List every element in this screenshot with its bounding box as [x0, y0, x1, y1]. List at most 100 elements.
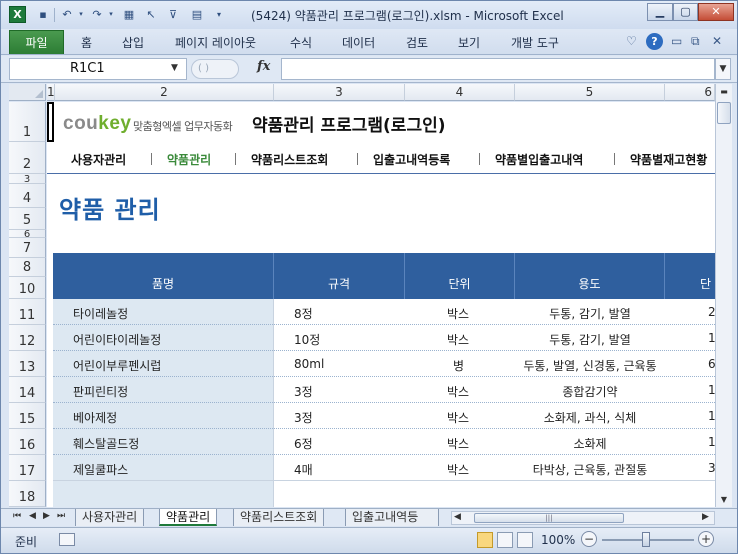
collapse-ribbon-icon[interactable]: ♡	[626, 34, 637, 48]
select-all-corner[interactable]	[9, 84, 46, 101]
row-header[interactable]: 7	[9, 238, 46, 258]
column-header[interactable]: 4	[405, 84, 515, 101]
horizontal-scrollbar[interactable]: ◀ ||| ▶	[451, 511, 715, 525]
unit-cell[interactable]: 병	[453, 357, 464, 374]
page-break-view-button[interactable]	[517, 532, 533, 548]
unit-cell[interactable]: 박스	[447, 305, 469, 322]
drug-name-cell[interactable]: 어린이부루펜시럽	[73, 357, 161, 374]
split-handle-icon[interactable]: ▬	[717, 84, 731, 99]
use-cell[interactable]: 타박상, 근육통, 관절통	[515, 461, 665, 478]
undo-dropdown-icon[interactable]: ▾	[73, 7, 89, 22]
filter-icon[interactable]: ⊽	[165, 7, 181, 22]
sheet-tab-inout[interactable]: 입출고내역등	[345, 509, 439, 526]
spec-cell[interactable]: 8정	[294, 305, 313, 322]
sort-icon[interactable]: ▤	[189, 7, 205, 22]
table-row[interactable]: 타이레놀정 8정 박스 두통, 감기, 발열 2	[53, 299, 715, 325]
spec-cell[interactable]: 3정	[294, 383, 313, 400]
redo-dropdown-icon[interactable]: ▾	[103, 7, 119, 22]
drug-name-cell[interactable]: 훼스탈골드정	[73, 435, 139, 452]
scroll-right-icon[interactable]: ▶	[702, 512, 709, 522]
expand-formula-bar-icon[interactable]: ▼	[715, 58, 731, 80]
tab-formulas[interactable]: 수식	[290, 34, 312, 51]
unit-cell[interactable]: 박스	[447, 435, 469, 452]
nav-item-user-management[interactable]: 사용자관리	[71, 151, 126, 168]
sheet-tab-drug-management[interactable]: 약품관리	[159, 509, 218, 526]
column-header[interactable]: 6	[665, 84, 715, 101]
row-header[interactable]: 17	[9, 455, 46, 481]
macro-record-icon[interactable]	[59, 533, 75, 546]
nav-item-drug-management[interactable]: 약품관리	[167, 151, 211, 168]
row-header[interactable]: 15	[9, 403, 46, 429]
excel-icon[interactable]: X	[9, 6, 26, 23]
tab-file[interactable]: 파일	[9, 30, 64, 54]
column-header[interactable]: 2	[55, 84, 274, 101]
row-header[interactable]: 14	[9, 377, 46, 403]
vertical-scrollbar[interactable]: ▬ ▼	[715, 84, 732, 507]
spec-cell[interactable]: 4매	[294, 461, 313, 478]
nav-item-inout-history[interactable]: 약품별입출고내역	[495, 151, 583, 168]
sheet-tab-user-management[interactable]: 사용자관리	[75, 509, 145, 526]
extra-cell[interactable]: 1	[708, 435, 715, 449]
use-cell[interactable]: 두통, 발열, 신경통, 근육통	[515, 357, 665, 374]
table-row[interactable]: 훼스탈골드정 6정 박스 소화제 1	[53, 429, 715, 455]
drug-name-cell[interactable]: 제일쿨파스	[73, 461, 128, 478]
vertical-scroll-thumb[interactable]	[717, 102, 731, 124]
name-box[interactable]: R1C1	[9, 58, 187, 80]
extra-cell[interactable]: 6	[708, 357, 715, 371]
drug-name-cell[interactable]: 타이레놀정	[73, 305, 128, 322]
extra-cell[interactable]: 3	[708, 461, 715, 475]
customize-toolbar-icon[interactable]: ▾	[211, 7, 227, 22]
tab-review[interactable]: 검토	[406, 34, 428, 51]
selected-cell[interactable]	[47, 102, 54, 142]
tab-data[interactable]: 데이터	[342, 34, 375, 51]
use-cell[interactable]: 종합감기약	[515, 383, 665, 400]
row-header[interactable]: 4	[9, 184, 46, 208]
row-header[interactable]: 18	[9, 481, 46, 507]
insert-function-button[interactable]: fx	[257, 59, 270, 74]
nav-item-stock-status[interactable]: 약품별재고현황	[630, 151, 707, 168]
restore-button[interactable]: ▢	[673, 3, 698, 21]
normal-view-button[interactable]	[477, 532, 493, 548]
nav-item-inout-register[interactable]: 입출고내역등록	[373, 151, 450, 168]
zoom-slider-thumb[interactable]	[642, 532, 650, 547]
use-cell[interactable]: 두통, 감기, 발열	[515, 305, 665, 322]
zoom-out-button[interactable]: −	[581, 531, 597, 547]
row-header[interactable]: 11	[9, 299, 46, 325]
minimize-button[interactable]: ▁	[647, 3, 673, 21]
row-header[interactable]: 16	[9, 429, 46, 455]
workbook-minimize-icon[interactable]: ▭	[671, 34, 682, 48]
unit-cell[interactable]: 박스	[447, 383, 469, 400]
row-header[interactable]: 6	[9, 229, 46, 240]
unit-cell[interactable]: 박스	[447, 461, 469, 478]
workbook-restore-icon[interactable]: ⧉	[691, 34, 700, 49]
drug-name-cell[interactable]: 판피린티정	[73, 383, 128, 400]
tab-home[interactable]: 홈	[81, 34, 92, 51]
last-sheet-icon[interactable]: ⏭	[57, 511, 65, 521]
workbook-close-icon[interactable]: ✕	[712, 34, 722, 48]
save-icon[interactable]: ▪	[35, 7, 51, 22]
form-icon[interactable]: ▦	[121, 7, 137, 22]
unit-cell[interactable]: 박스	[447, 409, 469, 426]
extra-cell[interactable]: 1	[708, 409, 715, 423]
page-layout-view-button[interactable]	[497, 532, 513, 548]
nav-item-drug-list[interactable]: 약품리스트조회	[251, 151, 328, 168]
select-pointer-icon[interactable]: ↖	[143, 7, 159, 22]
column-header[interactable]: 5	[515, 84, 665, 101]
unit-cell[interactable]: 박스	[447, 331, 469, 348]
use-cell[interactable]: 두통, 감기, 발열	[515, 331, 665, 348]
next-sheet-icon[interactable]: ▶	[43, 511, 50, 521]
row-header[interactable]: 3	[9, 174, 46, 185]
first-sheet-icon[interactable]: ⏮	[13, 511, 21, 521]
tab-view[interactable]: 보기	[458, 34, 480, 51]
tab-page-layout[interactable]: 페이지 레이아웃	[175, 34, 256, 51]
row-header[interactable]: 10	[9, 277, 46, 299]
use-cell[interactable]: 소화제	[515, 435, 665, 452]
row-header[interactable]: 12	[9, 325, 46, 351]
tab-developer[interactable]: 개발 도구	[511, 34, 559, 51]
scroll-down-icon[interactable]: ▼	[717, 492, 731, 507]
row-header[interactable]: 2	[9, 142, 46, 174]
spec-cell[interactable]: 80ml	[294, 357, 324, 371]
tab-insert[interactable]: 삽입	[122, 34, 144, 51]
row-header[interactable]: 1	[9, 102, 46, 142]
name-box-dropdown-icon[interactable]: ▼	[171, 63, 178, 73]
